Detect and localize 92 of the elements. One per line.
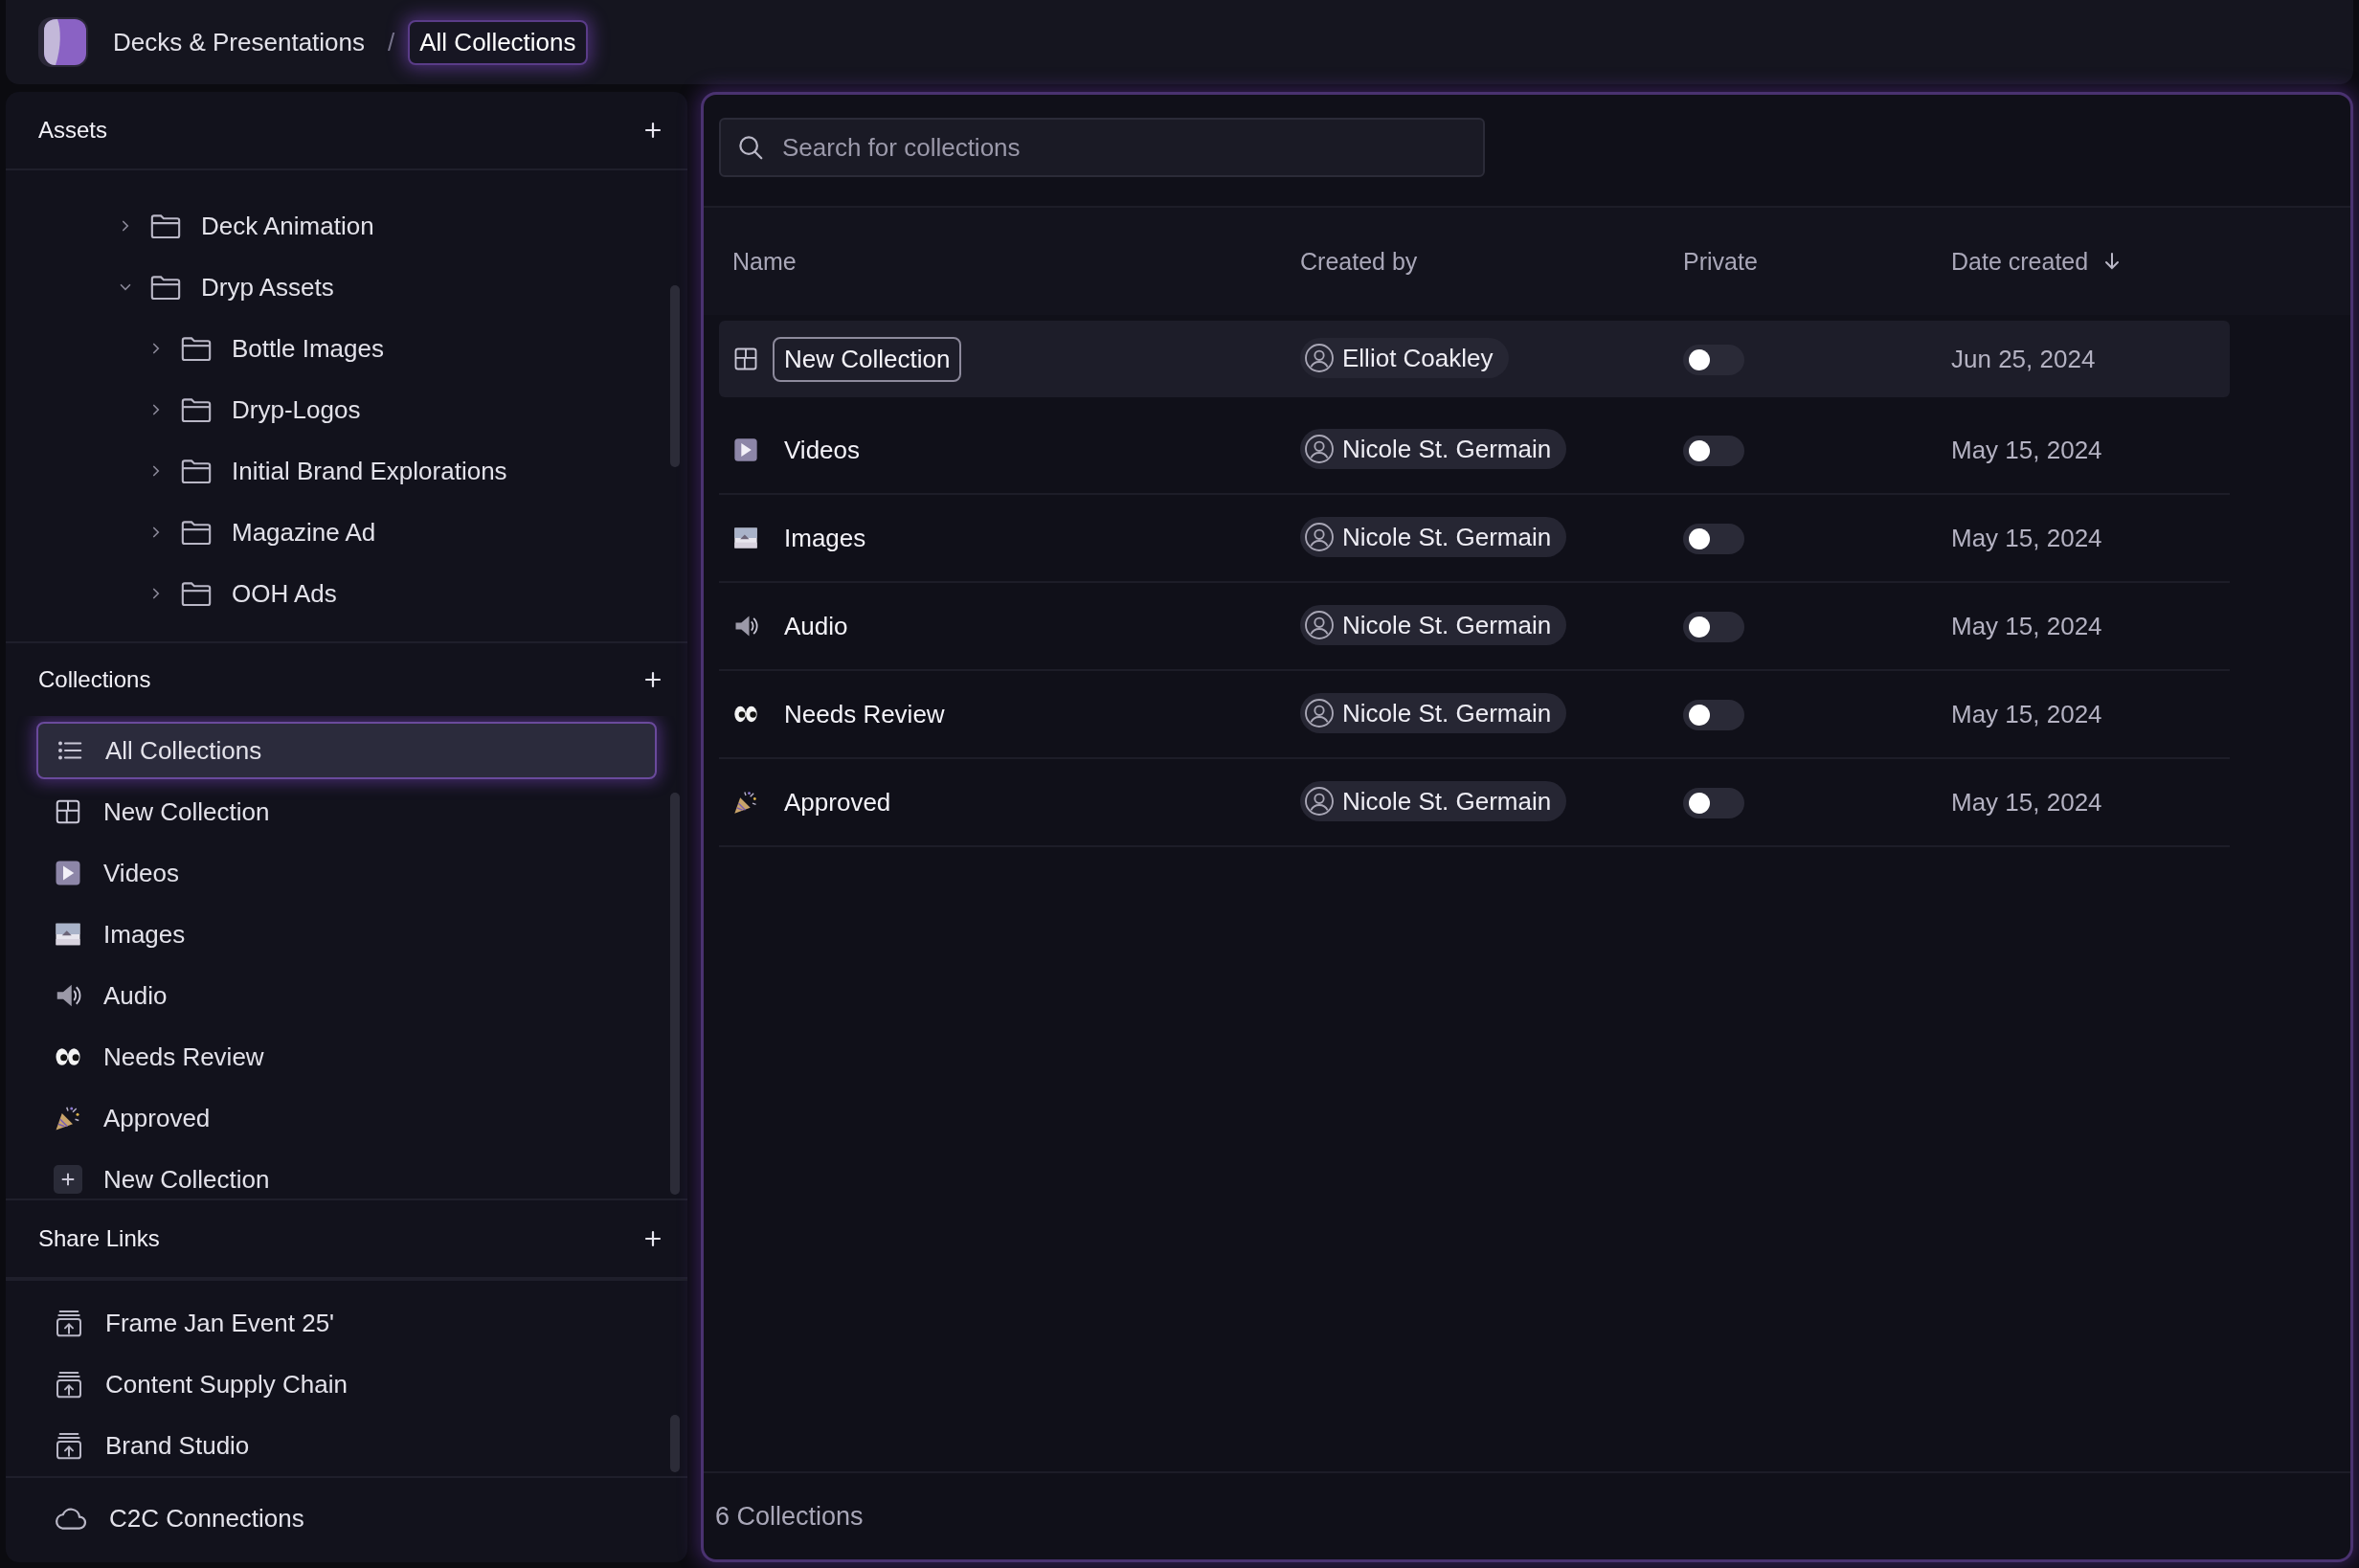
private-toggle[interactable] — [1683, 435, 1744, 466]
scrollbar[interactable] — [670, 285, 680, 467]
column-header[interactable]: Name — [732, 247, 797, 276]
name-field[interactable]: New Collection — [773, 336, 962, 382]
folder-name[interactable]: Bottle Images — [232, 333, 384, 364]
add-icon[interactable] — [643, 1229, 663, 1248]
private-toggle[interactable] — [1683, 787, 1744, 818]
scrollbar[interactable] — [670, 1415, 680, 1472]
collection-item[interactable]: All Collections — [36, 722, 657, 779]
collection-name: Needs Review — [783, 698, 946, 730]
breadcrumb-link[interactable]: Decks & Presentations — [103, 21, 374, 63]
date-created: Jun 25, 2024 — [1951, 344, 2096, 373]
creator-chip: Nicole St. Germain — [1300, 429, 1567, 469]
avatar-icon — [1304, 698, 1335, 728]
folder-icon — [149, 212, 182, 240]
share-icon — [54, 1369, 84, 1400]
collection-name: Images — [783, 522, 867, 554]
folder-name[interactable]: Magazine Ad — [232, 517, 376, 548]
table-row[interactable]: New Collection Elliot Coakley Jun 25, 2024 — [719, 321, 2230, 397]
share-link-item[interactable]: Content Supply Chain — [36, 1355, 657, 1413]
logo-icon[interactable] — [36, 15, 90, 69]
play-icon — [732, 437, 759, 463]
section-title: Share Links — [38, 1225, 160, 1252]
collection-name: Videos — [783, 434, 862, 466]
private-toggle[interactable] — [1683, 699, 1744, 730]
collection-item[interactable]: Images — [36, 906, 657, 963]
folder-name[interactable]: Dryp Assets — [201, 272, 334, 302]
collection-name: Approved — [783, 786, 892, 818]
add-icon[interactable] — [643, 121, 663, 140]
creator-chip: Nicole St. Germain — [1300, 517, 1567, 557]
breadcrumb-link[interactable]: All Collections — [408, 19, 588, 65]
private-toggle[interactable] — [1683, 344, 1744, 375]
column-header[interactable]: Created by — [1300, 247, 1418, 276]
creator-chip: Elliot Coakley — [1300, 338, 1509, 378]
collection-item[interactable]: Needs Review — [36, 1028, 657, 1086]
play-icon — [54, 859, 82, 887]
date-created: May 15, 2024 — [1951, 611, 2102, 640]
collection-item[interactable]: Approved — [36, 1089, 657, 1147]
table-row[interactable]: Images Nicole St. Germain May 15, 2024 — [719, 495, 2230, 583]
creator-chip: Nicole St. Germain — [1300, 781, 1567, 821]
section-title: Assets — [38, 117, 108, 144]
section-title: Collections — [38, 666, 151, 693]
folder-icon — [180, 518, 213, 547]
date-created: May 15, 2024 — [1951, 699, 2102, 728]
folder-name[interactable]: Initial Brand Explorations — [232, 456, 507, 486]
avatar-icon — [1304, 610, 1335, 640]
breadcrumb-separator: / — [388, 27, 395, 57]
date-created: May 15, 2024 — [1951, 787, 2102, 817]
search-field[interactable]: Search for collections — [719, 118, 1485, 177]
collection-item[interactable]: Audio — [36, 967, 657, 1024]
connections-item[interactable]: C2C Connections — [36, 1490, 657, 1547]
date-created: May 15, 2024 — [1951, 523, 2102, 552]
private-toggle[interactable] — [1683, 523, 1744, 554]
private-toggle[interactable] — [1683, 611, 1744, 642]
column-header[interactable]: Private — [1683, 247, 1758, 276]
layout-icon — [54, 797, 82, 826]
avatar-icon — [1304, 786, 1335, 817]
folder-icon — [180, 395, 213, 424]
layout-icon — [732, 346, 759, 372]
share-icon — [54, 1430, 84, 1461]
collection-item[interactable]: New Collection — [36, 783, 657, 840]
folder-icon — [180, 457, 213, 485]
party-popper-icon — [732, 789, 759, 816]
sort-arrow-icon[interactable] — [2103, 252, 2122, 271]
column-header[interactable]: Date created — [1951, 247, 2089, 276]
avatar-icon — [1304, 522, 1335, 552]
table-row[interactable]: Needs Review Nicole St. Germain May 15, 2024 — [719, 671, 2230, 759]
avatar-icon — [1304, 343, 1335, 373]
folder-icon — [180, 334, 213, 363]
scrollbar[interactable] — [670, 793, 680, 1195]
creator-chip: Nicole St. Germain — [1300, 693, 1567, 733]
folder-name[interactable]: Deck Animation — [201, 211, 374, 241]
folder-name[interactable]: OOH Ads — [232, 578, 337, 609]
folder-icon — [180, 579, 213, 608]
collection-item[interactable]: New Collection — [36, 1151, 657, 1198]
folder-name[interactable]: Dryp-Logos — [232, 394, 361, 425]
search-icon — [736, 133, 765, 162]
table-row[interactable]: Audio Nicole St. Germain May 15, 2024 — [719, 583, 2230, 671]
collection-name: Audio — [783, 610, 849, 642]
share-link-item[interactable]: Frame Jan Event 25' — [36, 1294, 657, 1352]
folder-icon — [149, 273, 182, 302]
date-created: May 15, 2024 — [1951, 435, 2102, 464]
share-icon — [54, 1308, 84, 1338]
collection-count: 6 Collections — [715, 1501, 864, 1532]
table-row[interactable]: Approved Nicole St. Germain May 15, 2024 — [719, 759, 2230, 847]
add-icon[interactable] — [643, 670, 663, 689]
collection-item[interactable]: Videos — [36, 844, 657, 902]
plus-icon — [54, 1165, 82, 1194]
creator-chip: Nicole St. Germain — [1300, 605, 1567, 645]
share-link-item[interactable]: Brand Studio — [36, 1417, 657, 1474]
table-row[interactable]: Videos Nicole St. Germain May 15, 2024 — [719, 407, 2230, 495]
avatar-icon — [1304, 434, 1335, 464]
